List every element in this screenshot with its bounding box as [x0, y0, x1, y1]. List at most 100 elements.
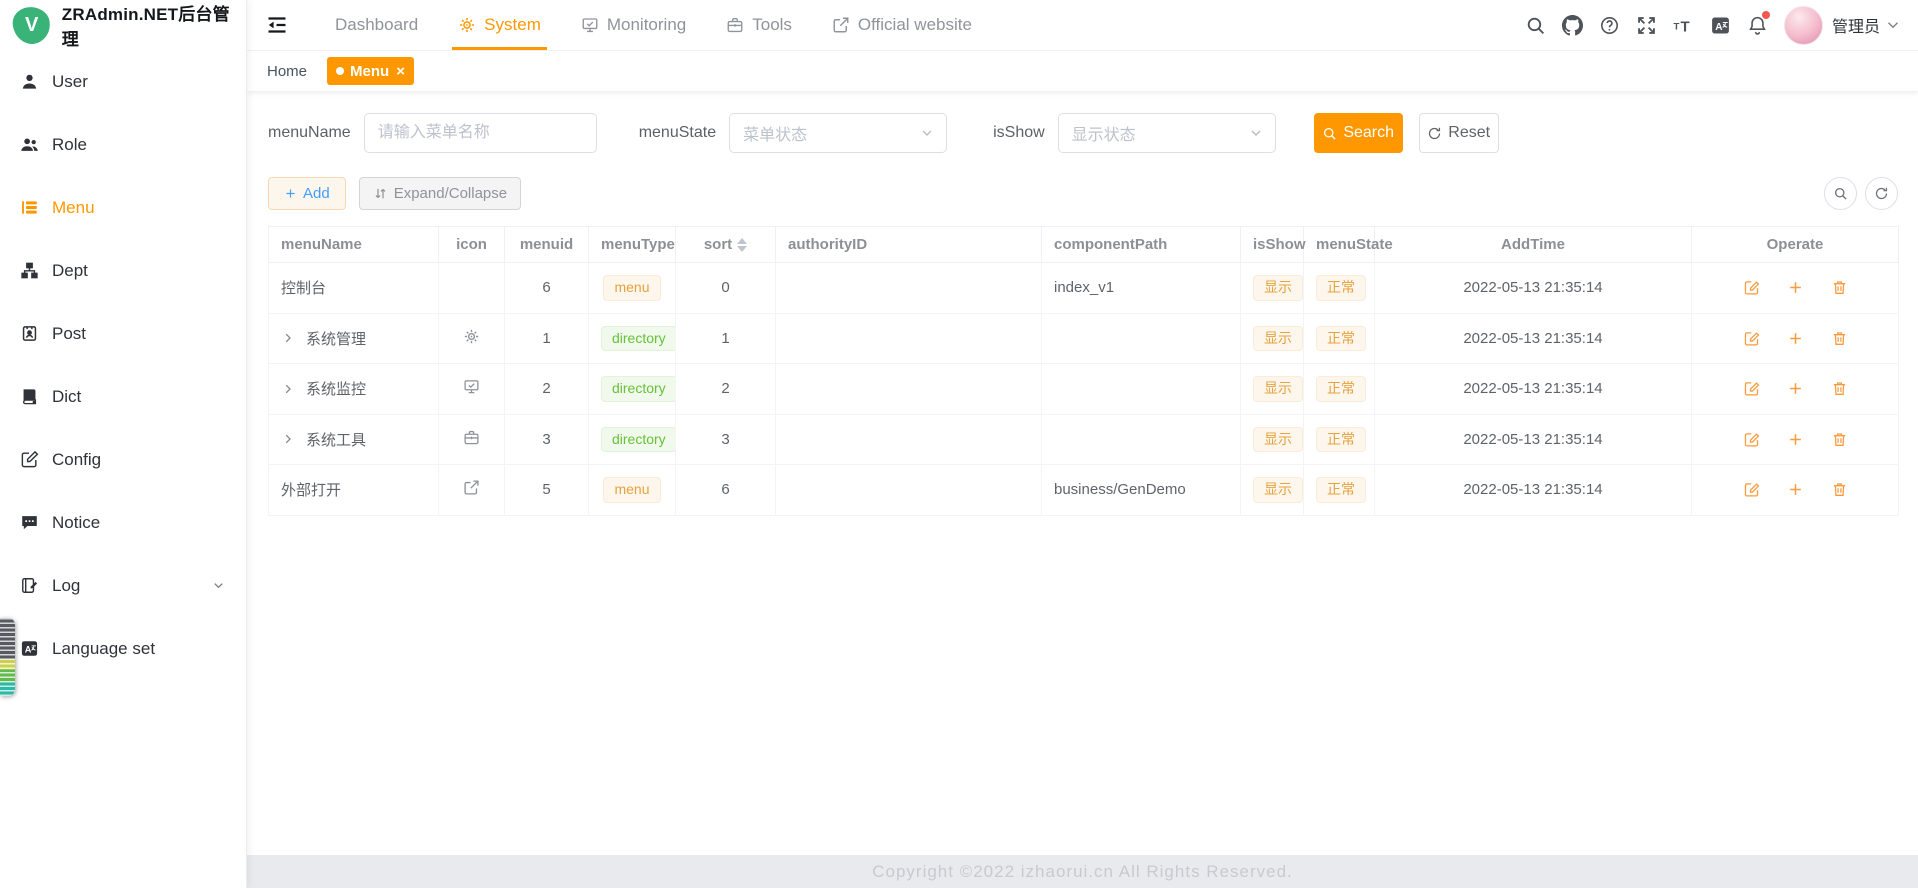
tab-home[interactable]: Home — [267, 57, 307, 85]
top-navbar: DashboardSystemMonitoringToolsOfficial w… — [247, 0, 1918, 51]
nav-item-tools[interactable]: Tools — [706, 0, 812, 50]
is-show-select[interactable]: 显示状态 — [1058, 113, 1276, 153]
minimized-widget-handle[interactable] — [0, 618, 15, 696]
delete-row-button[interactable] — [1831, 380, 1848, 397]
collapse-sidebar-icon[interactable] — [265, 13, 289, 37]
cell-isShow: 显示 — [1241, 465, 1304, 516]
nav-item-monitoring[interactable]: Monitoring — [561, 0, 706, 50]
language-icon: A — [20, 639, 39, 658]
cell-AddTime: 2022-05-13 21:35:14 — [1375, 364, 1692, 415]
table-header-row: menuNameiconmenuidmenuTypesortauthorityI… — [269, 227, 1899, 263]
cell-Operate — [1692, 414, 1899, 465]
edit-row-button[interactable] — [1743, 330, 1760, 347]
plus-icon — [1787, 330, 1804, 347]
nav-item-dashboard[interactable]: Dashboard — [315, 0, 438, 50]
column-header-label: Operate — [1767, 236, 1824, 253]
close-tab-icon[interactable]: × — [396, 64, 405, 79]
menu-state-tag: 正常 — [1316, 326, 1366, 352]
delete-row-button[interactable] — [1831, 279, 1848, 296]
font-size-icon-button[interactable]: TT — [1665, 0, 1702, 50]
sidebar-item-user[interactable]: User — [0, 50, 246, 113]
user-icon — [20, 72, 39, 91]
cell-menuType: menu — [589, 465, 676, 516]
delete-row-button[interactable] — [1831, 431, 1848, 448]
cell-menuid: 6 — [505, 263, 589, 314]
add-child-button[interactable] — [1787, 481, 1804, 498]
external-link-icon — [463, 479, 480, 496]
menu-id: 6 — [542, 279, 550, 296]
reset-button[interactable]: Reset — [1419, 113, 1499, 153]
delete-row-button[interactable] — [1831, 481, 1848, 498]
language-icon-button[interactable]: A — [1702, 0, 1739, 50]
column-header-sort[interactable]: sort — [676, 227, 776, 263]
fullscreen-icon — [1636, 15, 1657, 36]
menu-state-tag: 正常 — [1316, 427, 1366, 453]
table-toolbar: Add Expand/Collapse — [268, 177, 1898, 210]
github-icon-button[interactable] — [1554, 0, 1591, 50]
language-icon: A — [1710, 15, 1731, 36]
cell-componentPath — [1042, 414, 1241, 465]
sidebar-item-language-set[interactable]: ALanguage set — [0, 617, 246, 680]
avatar[interactable] — [1784, 6, 1823, 45]
edit-row-button[interactable] — [1743, 431, 1760, 448]
search-icon-button[interactable] — [1517, 0, 1554, 50]
menu-state-select[interactable]: 菜单状态 — [729, 113, 947, 153]
sidebar-item-dict[interactable]: Dict — [0, 365, 246, 428]
tab-menu[interactable]: Menu × — [327, 57, 414, 85]
add-button-label: Add — [303, 185, 330, 202]
edit-icon — [1743, 481, 1760, 498]
expand-row-icon[interactable] — [281, 331, 295, 345]
fullscreen-icon-button[interactable] — [1628, 0, 1665, 50]
sidebar-item-log[interactable]: Log — [0, 554, 246, 617]
nav-item-official-website[interactable]: Official website — [812, 0, 992, 50]
plus-icon — [1787, 279, 1804, 296]
edit-row-button[interactable] — [1743, 279, 1760, 296]
sidebar-item-notice[interactable]: Notice — [0, 491, 246, 554]
cell-authorityID — [776, 414, 1042, 465]
nav-item-system[interactable]: System — [438, 0, 561, 50]
edit-row-button[interactable] — [1743, 380, 1760, 397]
add-button[interactable]: Add — [268, 177, 346, 210]
cell-menuType: directory — [589, 313, 676, 364]
sidebar-item-menu[interactable]: Menu — [0, 176, 246, 239]
chevron-down-icon[interactable] — [1884, 16, 1902, 34]
sidebar-item-post[interactable]: Post — [0, 302, 246, 365]
add-child-button[interactable] — [1787, 279, 1804, 296]
add-time: 2022-05-13 21:35:14 — [1463, 481, 1602, 498]
delete-row-button[interactable] — [1831, 330, 1848, 347]
help-icon-button[interactable] — [1591, 0, 1628, 50]
sort-arrows-icon — [373, 186, 388, 201]
menu-name-input[interactable] — [364, 113, 597, 153]
app-logo[interactable]: V ZRAdmin.NET后台管理 — [0, 0, 246, 50]
tab-label: Menu — [350, 63, 389, 80]
sort-caret-icon[interactable] — [737, 238, 747, 252]
expand-collapse-button[interactable]: Expand/Collapse — [359, 177, 521, 210]
column-header-isShow: isShow — [1241, 227, 1304, 263]
refresh-table-button[interactable] — [1865, 177, 1898, 210]
expand-row-icon[interactable] — [281, 432, 295, 446]
cell-menuState: 正常 — [1304, 364, 1375, 415]
cell-menuType: directory — [589, 414, 676, 465]
toggle-search-button[interactable] — [1824, 177, 1857, 210]
cell-componentPath — [1042, 364, 1241, 415]
active-tab-dot — [336, 67, 344, 75]
add-child-button[interactable] — [1787, 330, 1804, 347]
search-icon — [1322, 126, 1337, 141]
sidebar-item-config[interactable]: Config — [0, 428, 246, 491]
refresh-icon — [1874, 186, 1889, 201]
edit-row-button[interactable] — [1743, 481, 1760, 498]
notification-bell-icon-button[interactable] — [1739, 0, 1776, 50]
gear-icon — [463, 328, 480, 345]
menu-name: 系统工具 — [306, 429, 366, 450]
sidebar-item-dept[interactable]: Dept — [0, 239, 246, 302]
cell-icon — [439, 465, 505, 516]
cell-menuState: 正常 — [1304, 465, 1375, 516]
add-child-button[interactable] — [1787, 431, 1804, 448]
sidebar-item-role[interactable]: Role — [0, 113, 246, 176]
external-link-icon — [832, 16, 850, 34]
column-header-componentPath: componentPath — [1042, 227, 1241, 263]
expand-row-icon[interactable] — [281, 382, 295, 396]
search-button[interactable]: Search — [1314, 113, 1403, 153]
add-child-button[interactable] — [1787, 380, 1804, 397]
menu-type-tag: directory — [601, 376, 676, 402]
